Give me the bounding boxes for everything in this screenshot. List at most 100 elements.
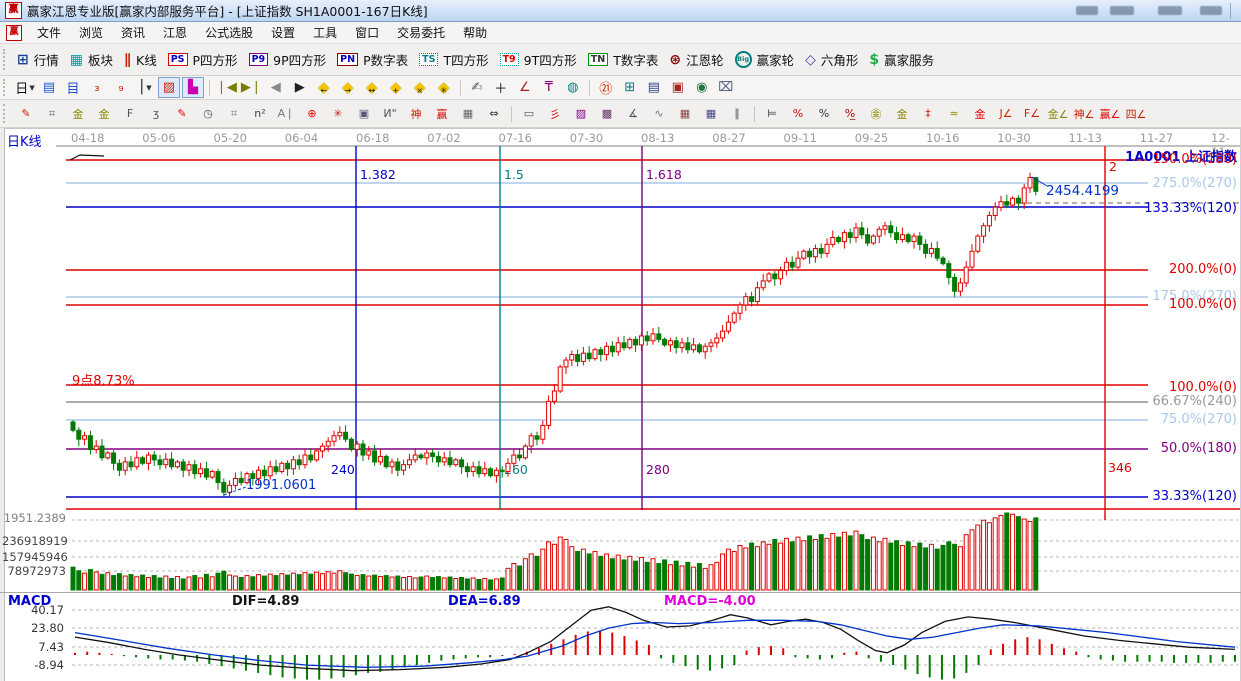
window-control-1[interactable] xyxy=(1076,6,1098,15)
pattern-stamp-icon[interactable]: ▨ xyxy=(158,77,180,98)
sort-brush-icon[interactable]: ‡ xyxy=(916,102,940,125)
kline-button[interactable]: ∥ K线 xyxy=(120,48,164,71)
si-angle-icon[interactable]: 四∠ xyxy=(1124,102,1148,125)
calendar-21-icon[interactable]: ㉑ xyxy=(595,77,617,98)
ying-ruler-icon[interactable]: 赢 xyxy=(430,102,454,125)
wave9-icon[interactable]: ₉ xyxy=(110,77,132,98)
brain-icon[interactable]: ◍ xyxy=(562,77,584,98)
sectors-button[interactable]: ▦ 板块 xyxy=(66,48,120,71)
gold-angle-icon[interactable]: 金∠ xyxy=(1046,102,1070,125)
first-page-icon[interactable]: ❘◀ xyxy=(215,77,238,98)
percent-icon[interactable]: % xyxy=(812,102,836,125)
angle-lines-icon[interactable]: ∡ xyxy=(621,102,645,125)
gann-fan-box-icon[interactable]: ▨ xyxy=(569,102,593,125)
window-control-2[interactable] xyxy=(1110,6,1134,15)
grid-123-icon[interactable]: ▦ xyxy=(456,102,480,125)
gold-circle-icon[interactable]: ㊎ xyxy=(864,102,888,125)
a-mirror-icon[interactable]: A❘ xyxy=(274,102,298,125)
candle-style-dropdown[interactable]: ⎮ ▼ xyxy=(134,77,156,98)
zigzag-icon[interactable]: ∿ xyxy=(647,102,671,125)
save-icon[interactable]: ▣ xyxy=(667,77,689,98)
ying-angle-icon[interactable]: 赢∠ xyxy=(1098,102,1122,125)
wave-gold-icon[interactable]: ≈ xyxy=(942,102,966,125)
price-chart-canvas[interactable] xyxy=(0,128,1241,681)
last-page-icon[interactable]: ▶❘ xyxy=(240,77,263,98)
gold-under-icon[interactable]: 金 xyxy=(968,102,992,125)
t-square-button[interactable]: TS T四方形 xyxy=(415,48,495,71)
window-control-3[interactable] xyxy=(1158,6,1182,15)
hexagon-button[interactable]: ◇ 六角形 xyxy=(801,48,865,71)
scale-icon[interactable]: ⊨ xyxy=(760,102,784,125)
winner-wheel-button[interactable]: Big 赢家轮 xyxy=(731,48,802,71)
shen-ruler-icon[interactable]: 神 xyxy=(404,102,428,125)
target-circle-icon[interactable]: ⊕ xyxy=(300,102,324,125)
period-day-dropdown[interactable]: 日 ▼ xyxy=(14,77,36,98)
percent-red-icon[interactable]: % xyxy=(786,102,810,125)
next-icon[interactable]: ▶ xyxy=(289,77,311,98)
menu-item-7[interactable]: 工具 xyxy=(304,22,346,43)
stamp-icon[interactable]: ▤ xyxy=(38,77,60,98)
menu-item-4[interactable]: 江恩 xyxy=(154,22,196,43)
f-ruler-icon[interactable]: F xyxy=(118,102,142,125)
box-target-icon[interactable]: ▣ xyxy=(352,102,376,125)
compress-icon[interactable]: ◆ × xyxy=(409,77,431,98)
grid-b-icon[interactable]: ▦ xyxy=(699,102,723,125)
prev-icon[interactable]: ◀ xyxy=(265,77,287,98)
width-arrows-icon[interactable]: ⇔ xyxy=(482,102,506,125)
quotes-button[interactable]: ⊞ 行情 xyxy=(13,48,66,71)
menu-item-10[interactable]: 帮助 xyxy=(454,22,496,43)
comb-ruler-icon[interactable]: ⌗ xyxy=(40,102,64,125)
brush-flag-icon[interactable]: ✎ xyxy=(14,102,38,125)
gold-ruler-b-icon[interactable]: 金 xyxy=(92,102,116,125)
calculator-icon[interactable]: ⊞ xyxy=(619,77,641,98)
gold-lines-icon[interactable]: 金 xyxy=(890,102,914,125)
grid-a-icon[interactable]: ▦ xyxy=(673,102,697,125)
clock-icon[interactable]: ◷ xyxy=(196,102,220,125)
9t-square-button[interactable]: T9 9T四方形 xyxy=(496,48,584,71)
f-angle-icon[interactable]: F∠ xyxy=(1020,102,1044,125)
gann-wheel-button[interactable]: ⊛ 江恩轮 xyxy=(665,48,730,71)
menu-item-1[interactable]: 文件 xyxy=(28,22,70,43)
expand-all-icon[interactable]: ◆ ✳ xyxy=(433,77,455,98)
window-control-4[interactable] xyxy=(1200,6,1222,15)
expand-h-icon[interactable]: ◆ ↔ xyxy=(361,77,383,98)
shift-left-icon[interactable]: ◆ ← xyxy=(313,77,335,98)
crosshair-icon[interactable]: ＋ xyxy=(490,77,512,98)
k-quote-icon[interactable]: И" xyxy=(378,102,402,125)
notebook-icon[interactable]: ▤ xyxy=(643,77,665,98)
shen-angle-icon[interactable]: 神∠ xyxy=(1072,102,1096,125)
t-number-table-button[interactable]: TN T数字表 xyxy=(584,48,666,71)
percent-line-icon[interactable]: %̲ xyxy=(838,102,862,125)
gann-tree-icon[interactable]: ₸ xyxy=(538,77,560,98)
menu-item-8[interactable]: 窗口 xyxy=(346,22,388,43)
gold-ruler-a-icon[interactable]: 金 xyxy=(66,102,90,125)
document-icon[interactable]: 目 xyxy=(62,77,84,98)
menu-item-2[interactable]: 浏览 xyxy=(70,22,112,43)
p-number-table-button[interactable]: PN P数字表 xyxy=(333,48,415,71)
spiral-icon[interactable]: ʒ xyxy=(144,102,168,125)
angle-draw-icon[interactable]: ∠ xyxy=(514,77,536,98)
n2-icon[interactable]: n² xyxy=(248,102,272,125)
histogram-icon[interactable]: ▙ xyxy=(182,77,204,98)
box-tool-icon[interactable]: ▭ xyxy=(517,102,541,125)
wave3-icon[interactable]: ₃ xyxy=(86,77,108,98)
gann-box-icon[interactable]: ▩ xyxy=(595,102,619,125)
menu-item-3[interactable]: 资讯 xyxy=(112,22,154,43)
gann-fan-icon[interactable]: 彡 xyxy=(543,102,567,125)
menu-item-9[interactable]: 交易委托 xyxy=(388,22,454,43)
9p-square-button[interactable]: P9 9P四方形 xyxy=(245,48,334,71)
j-angle-icon[interactable]: J∠ xyxy=(994,102,1018,125)
pointer-icon[interactable]: ✍ xyxy=(466,77,488,98)
cross-expand-icon[interactable]: ◆ + xyxy=(385,77,407,98)
p-square-button[interactable]: PS P四方形 xyxy=(164,48,245,71)
winner-service-button[interactable]: $ 赢家服务 xyxy=(865,48,941,71)
menu-item-6[interactable]: 设置 xyxy=(262,22,304,43)
ray-star-icon[interactable]: ✳ xyxy=(326,102,350,125)
net-disk-icon[interactable]: ◉ xyxy=(691,77,713,98)
menu-item-5[interactable]: 公式选股 xyxy=(196,22,262,43)
ruler2-icon[interactable]: ⌗ xyxy=(222,102,246,125)
shift-right-icon[interactable]: ◆ → xyxy=(337,77,359,98)
red-brush-icon[interactable]: ✎ xyxy=(170,102,194,125)
computer-icon[interactable]: ⌧ xyxy=(715,77,737,98)
parallel-lines-icon[interactable]: ∥ xyxy=(725,102,749,125)
